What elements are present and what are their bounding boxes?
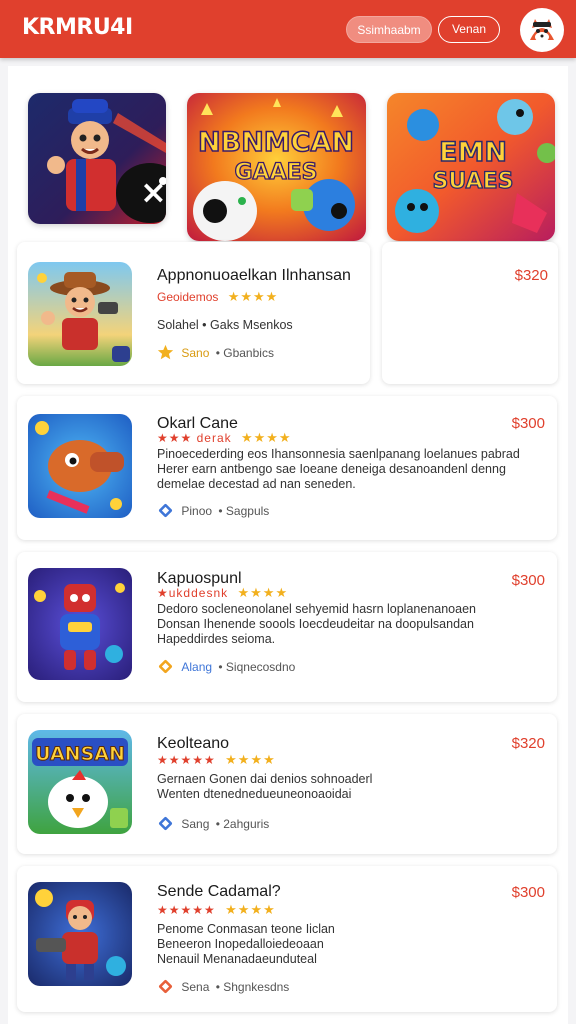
game-meta: Sena • Shgnkesdns [157,978,289,995]
game-thumbnail[interactable] [28,568,132,680]
meta-text: • 2ahguris [215,817,270,831]
robot-hero-icon [28,568,132,680]
side-price: $320 [514,267,548,284]
red-rating: ★ukddesnk [157,586,229,600]
red-rating: ★★★★★ [157,903,216,917]
list-item[interactable]: Okarl Cane ★★★ derak ★★★★ Pinoecederding… [17,396,557,540]
hero-banner-3-subtitle: SUAES [433,169,514,194]
game-thumbnail[interactable] [28,882,132,986]
hero-banner-3[interactable]: EMN SUAES [387,93,555,241]
star-rating: ★★★★ [225,752,276,767]
game-price: $300 [511,415,545,432]
gamepad-icon: NBNMCAN GAAES [187,93,366,241]
chicken-character-icon: UANSAN [28,730,132,834]
game-description: Penome Conmasan teone Iiclan Beneeron In… [157,922,335,966]
list-item[interactable]: Kapuospunl ★ukddesnk ★★★★ Dedoro soclene… [17,552,557,702]
diamond-icon [158,659,173,674]
meta-text: • Gbanbics [215,346,274,360]
hero-banner-1[interactable]: × [28,93,166,224]
game-meta: Sano • Gbanbics [157,344,274,361]
rating-row: ★★★ derak ★★★★ [157,430,292,446]
game-thumbnail[interactable] [28,414,132,518]
game-title[interactable]: Appnonuoaelkan Ilnhansan [157,267,351,285]
meta-tag[interactable]: Sena [181,980,209,994]
hero-character-icon: × [28,93,166,224]
game-price: $300 [511,572,545,589]
warrior-character-icon [28,882,132,986]
hero-banner-2-title: NBNMCAN [198,127,354,158]
star-rating: ★★★★ [240,430,292,445]
star-rating: ★★★★ [225,902,276,917]
svg-text:UANSAN: UANSAN [35,743,125,765]
star-icon [157,344,174,360]
secondary-button[interactable]: Venan [438,16,500,43]
game-description: Dedoro socleneonolanel sehyemid hasrn lo… [157,602,476,646]
game-description: Gernaen Gonen dai denios sohnoaderl Went… [157,772,373,801]
game-meta: Alang • Siqnecosdno [157,658,295,675]
cannon-creature-icon [28,414,132,518]
star-rating: ★★★★ [237,585,289,600]
game-meta: Sang • 2ahguris [157,815,269,832]
list-item[interactable]: UANSAN Keolteano ★★★★★ ★★★★ Gernaen Gone… [17,714,557,854]
side-price-card[interactable]: $320 [382,242,558,384]
game-description: Solahel • Gaks Msenkos [157,318,293,332]
avatar[interactable] [522,10,562,50]
rating-row: ★ukddesnk ★★★★ [157,585,288,601]
meta-tag[interactable]: Pinoo [181,504,212,518]
star-rating: ★★★★ [227,289,279,304]
fox-avatar-icon [522,10,562,50]
hero-banner-2-subtitle: GAAES [235,160,318,185]
game-title[interactable]: Keolteano [157,735,229,753]
rating-row: Geoidemos ★★★★ [157,289,278,305]
meta-text: • Sagpuls [218,504,270,518]
hero-banner-2[interactable]: NBNMCAN GAAES [187,93,366,241]
meta-text: • Shgnkesdns [215,980,290,994]
red-rating: ★★★★★ [157,753,216,767]
diamond-icon [158,816,173,831]
meta-text: • Siqnecosdno [218,660,296,674]
game-price: $320 [511,735,545,752]
top-bar: KRMRU4I Ssimhaabm Venan [0,0,576,58]
game-title[interactable]: Sende Cadamal? [157,883,281,901]
game-thumbnail[interactable] [28,262,132,366]
creatures-icon: EMN SUAES [387,93,555,241]
game-thumbnail[interactable]: UANSAN [28,730,132,834]
game-meta: Pinoo • Sagpuls [157,502,269,519]
list-item[interactable]: Sende Cadamal? ★★★★★ ★★★★ Penome Conmasa… [17,866,557,1012]
meta-tag[interactable]: Sano [181,346,209,360]
list-item[interactable]: Appnonuoaelkan Ilnhansan Geoidemos ★★★★ … [17,242,370,384]
app-logo[interactable]: KRMRU4I [22,15,133,40]
meta-tag[interactable]: Sang [181,817,209,831]
diamond-icon [158,503,173,518]
cowboy-character-icon [28,262,132,366]
game-price: $300 [511,884,545,901]
rating-row: ★★★★★ ★★★★ [157,902,276,918]
primary-button[interactable]: Ssimhaabm [346,16,432,43]
game-description: Pinoecederding eos Ihansonnesia saenlpan… [157,447,520,491]
meta-tag[interactable]: Alang [181,660,212,674]
game-subtitle: Geoidemos [157,290,219,304]
rating-row: ★★★★★ ★★★★ [157,752,276,768]
hero-banner-3-title: EMN [439,137,507,168]
diamond-icon [158,979,173,994]
red-rating: ★★★ derak [157,431,232,445]
